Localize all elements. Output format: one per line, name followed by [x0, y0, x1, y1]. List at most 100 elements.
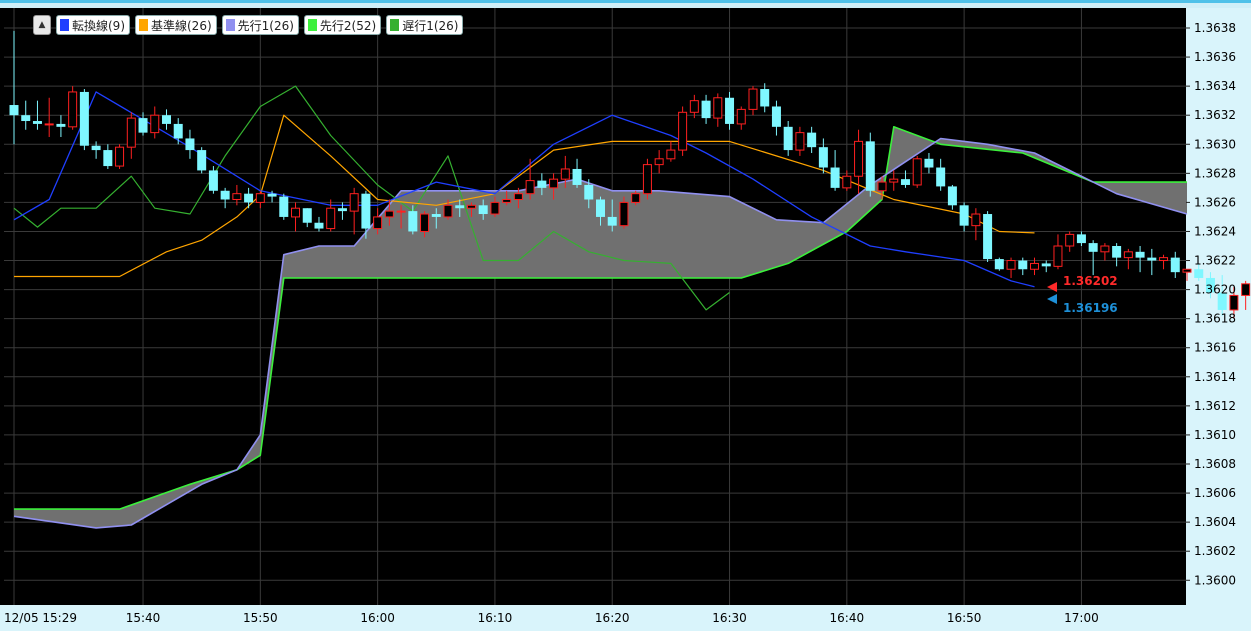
legend-item-kijun[interactable]: 基準線(26)	[135, 15, 217, 35]
legend-item-senkou-b[interactable]: 先行2(52)	[303, 15, 382, 35]
candle-body	[326, 207, 336, 230]
candle	[1182, 268, 1192, 281]
candle-body	[1229, 294, 1239, 311]
candle-body	[68, 91, 78, 128]
candle-body	[748, 88, 758, 110]
candle-body	[830, 167, 840, 188]
candle	[783, 121, 793, 156]
candle-body	[267, 193, 277, 197]
candle-body	[173, 123, 183, 139]
candle-body	[1194, 269, 1204, 278]
y-tick-label: 1.3624	[1194, 224, 1236, 238]
candle-body	[1076, 234, 1086, 244]
candle	[654, 150, 664, 174]
y-tick-label: 1.3612	[1194, 399, 1236, 413]
y-tick-label: 1.3610	[1194, 428, 1236, 442]
x-axis-ticks: 12/05 15:29 15:40 15:50 16:00 16:10 16:20 16:3…	[4, 611, 1099, 625]
candle-body	[138, 118, 148, 133]
candle-body	[1030, 262, 1040, 270]
candle-body	[936, 167, 946, 187]
candle	[678, 106, 688, 156]
candle	[1041, 260, 1051, 273]
candle-body	[44, 123, 54, 126]
candle-body	[725, 97, 735, 124]
candle	[1065, 231, 1075, 252]
candle-body	[900, 179, 910, 185]
candle-body	[654, 158, 664, 166]
candle	[291, 202, 301, 232]
candle-body	[126, 117, 136, 148]
candle-body	[689, 100, 699, 113]
candle	[736, 106, 746, 130]
candle-body	[9, 105, 19, 116]
y-tick-label: 1.3626	[1194, 195, 1236, 209]
candle-body	[783, 126, 793, 151]
candle	[1112, 243, 1122, 267]
low-price-label: 1.36196	[1063, 301, 1118, 315]
legend-label-senkou-b: 先行2(52)	[319, 18, 377, 33]
candle-body	[279, 196, 289, 217]
collapse-legend-button[interactable]: ▲	[33, 15, 51, 35]
candle-body	[642, 164, 652, 195]
candle	[971, 208, 981, 241]
candle-body	[185, 138, 195, 151]
candle	[1159, 254, 1169, 270]
candle-body	[314, 222, 324, 229]
candle	[1135, 246, 1145, 273]
legend-item-senkou-a[interactable]: 先行1(26)	[221, 15, 299, 35]
candle-body	[21, 115, 31, 122]
candle	[748, 86, 758, 116]
y-tick-label: 1.3614	[1194, 370, 1236, 384]
y-tick-label: 1.3632	[1194, 108, 1236, 122]
candle	[701, 94, 711, 124]
legend-item-tenkan[interactable]: 転換線(9)	[56, 15, 130, 35]
candle-body	[408, 211, 418, 232]
candle-body	[818, 147, 828, 168]
candle-body	[1159, 257, 1169, 262]
candle	[126, 112, 136, 159]
x-tick-label: 15:50	[243, 611, 278, 625]
legend-item-chikou[interactable]: 遅行1(26)	[386, 15, 464, 35]
candle-body	[854, 140, 864, 177]
high-price-label: 1.36202	[1063, 274, 1118, 288]
x-tick-label: 16:40	[830, 611, 865, 625]
y-tick-label: 1.3622	[1194, 254, 1236, 268]
candle-body	[947, 186, 957, 206]
candle-body	[1135, 251, 1145, 258]
candle-body	[490, 201, 500, 215]
candle-body	[1041, 263, 1051, 267]
candle	[994, 257, 1004, 271]
y-tick-label: 1.3616	[1194, 341, 1236, 355]
candle	[173, 118, 183, 145]
legend-label-kijun: 基準線(26)	[151, 18, 212, 33]
candle-body	[255, 193, 265, 203]
candle	[936, 158, 946, 191]
candle-body	[466, 204, 476, 209]
candle-body	[361, 193, 371, 229]
candle	[924, 152, 934, 174]
candle-body	[150, 114, 160, 134]
candle-body	[994, 259, 1004, 270]
candle-body	[384, 210, 394, 218]
candle-body	[197, 150, 207, 171]
candle	[115, 144, 125, 169]
y-tick-label: 1.3604	[1194, 515, 1236, 529]
senkou-b-line	[14, 126, 1187, 510]
candle-body	[208, 170, 218, 191]
y-tick-label: 1.3606	[1194, 486, 1236, 500]
tenkan-swatch	[60, 19, 69, 31]
candle	[713, 93, 723, 127]
chart-window: 1.3638 1.3636 1.3634 1.3632 1.3630 1.3628 1.36…	[0, 0, 1251, 631]
x-tick-label: 17:00	[1064, 611, 1099, 625]
candle-body	[103, 150, 113, 167]
legend-label-chikou: 遅行1(26)	[402, 18, 459, 33]
candle	[79, 89, 89, 151]
candle-body	[959, 205, 969, 226]
candle-body	[631, 193, 641, 203]
candle-body	[161, 115, 171, 124]
y-tick-label: 1.3620	[1194, 283, 1236, 297]
candle	[725, 91, 735, 130]
ichimoku-chart[interactable]: 1.3638 1.3636 1.3634 1.3632 1.3630 1.3628 1.36…	[0, 0, 1251, 631]
candle-body	[807, 132, 817, 148]
candle-body	[584, 184, 594, 200]
